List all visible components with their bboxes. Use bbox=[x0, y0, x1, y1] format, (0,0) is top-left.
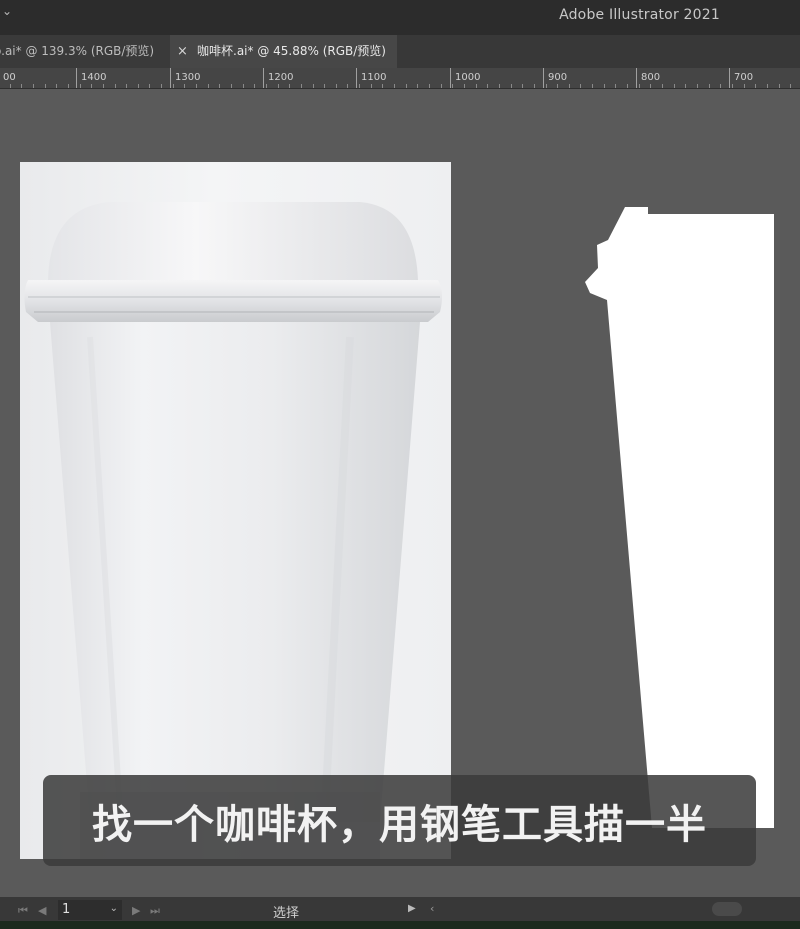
ruler-minor-tick bbox=[289, 84, 290, 88]
ruler-minor-tick bbox=[266, 84, 267, 88]
artboard-number-value: 1 bbox=[62, 902, 71, 917]
ruler-minor-tick bbox=[138, 84, 139, 88]
ruler-minor-tick bbox=[115, 84, 116, 88]
subtitle-caption: 找一个咖啡杯，用钢笔工具描一半 bbox=[43, 775, 756, 866]
title-bar: ⌄ Adobe Illustrator 2021 bbox=[0, 0, 800, 35]
document-tab-bar: o.ai* @ 139.3% (RGB/预览) × 咖啡杯.ai* @ 45.8… bbox=[0, 35, 800, 68]
ruler-minor-tick bbox=[243, 84, 244, 88]
ruler-minor-tick bbox=[604, 84, 605, 88]
ruler-minor-tick bbox=[627, 84, 628, 88]
ruler-minor-tick bbox=[464, 84, 465, 88]
ruler-minor-tick bbox=[301, 84, 302, 88]
ruler-label: 00 bbox=[0, 68, 16, 88]
ruler-minor-tick bbox=[80, 84, 81, 88]
ruler-minor-tick bbox=[394, 84, 395, 88]
ruler-minor-tick bbox=[161, 84, 162, 88]
ruler-minor-tick bbox=[546, 84, 547, 88]
ruler-minor-tick bbox=[254, 84, 255, 88]
ruler-minor-tick bbox=[21, 84, 22, 88]
ruler-minor-tick bbox=[33, 84, 34, 88]
current-tool-label[interactable]: 选择 bbox=[273, 902, 299, 921]
ruler-minor-tick bbox=[476, 84, 477, 88]
ruler-minor-tick bbox=[557, 84, 558, 88]
ruler-minor-tick bbox=[790, 84, 791, 88]
artboard-coffee-cup-photo[interactable] bbox=[20, 162, 451, 859]
ruler-minor-tick bbox=[650, 84, 651, 88]
tab-label: o.ai* @ 139.3% (RGB/预览) bbox=[0, 44, 155, 58]
ruler-minor-tick bbox=[196, 84, 197, 88]
ruler-minor-tick bbox=[10, 84, 11, 88]
last-artboard-icon[interactable]: ⏭ bbox=[150, 904, 160, 918]
ruler-minor-tick bbox=[208, 84, 209, 88]
first-artboard-icon[interactable]: ⏮ bbox=[18, 904, 28, 918]
ruler-minor-tick bbox=[639, 84, 640, 88]
ruler-minor-tick bbox=[231, 84, 232, 88]
tab-label: 咖啡杯.ai* @ 45.88% (RGB/预览) bbox=[197, 44, 386, 58]
ruler-minor-tick bbox=[173, 84, 174, 88]
traced-half-cup-shape[interactable] bbox=[580, 200, 780, 830]
coffee-cup-image bbox=[24, 202, 443, 859]
horizontal-ruler[interactable]: 00 1400 1300 1200 1100 1000 900 800 700 bbox=[0, 68, 800, 89]
ruler-minor-tick bbox=[382, 84, 383, 88]
ruler-minor-tick bbox=[569, 84, 570, 88]
ruler-minor-tick bbox=[499, 84, 500, 88]
ruler-minor-tick bbox=[219, 84, 220, 88]
desktop-background-strip bbox=[0, 921, 800, 929]
ruler-minor-tick bbox=[767, 84, 768, 88]
horizontal-scrollbar-thumb[interactable] bbox=[712, 902, 742, 916]
ruler-minor-tick bbox=[336, 84, 337, 88]
ruler-minor-tick bbox=[441, 84, 442, 88]
ruler-minor-tick bbox=[709, 84, 710, 88]
ruler-minor-tick bbox=[720, 84, 721, 88]
ruler-minor-tick bbox=[522, 84, 523, 88]
ruler-minor-tick bbox=[278, 84, 279, 88]
ruler-minor-tick bbox=[580, 84, 581, 88]
ruler-minor-tick bbox=[68, 84, 69, 88]
ruler-minor-tick bbox=[674, 84, 675, 88]
tab-coffee-cup-document[interactable]: × 咖啡杯.ai* @ 45.88% (RGB/预览) bbox=[170, 35, 397, 68]
app-title: Adobe Illustrator 2021 bbox=[559, 7, 720, 23]
ruler-minor-tick bbox=[45, 84, 46, 88]
ruler-minor-tick bbox=[779, 84, 780, 88]
ruler-minor-tick bbox=[184, 84, 185, 88]
ruler-minor-tick bbox=[592, 84, 593, 88]
subtitle-text: 找一个咖啡杯，用钢笔工具描一半 bbox=[92, 801, 707, 848]
ruler-minor-tick bbox=[511, 84, 512, 88]
play-icon[interactable]: ▶ bbox=[408, 903, 416, 914]
menu-chevron-icon[interactable]: ⌄ bbox=[2, 4, 12, 18]
ruler-minor-tick bbox=[347, 84, 348, 88]
ruler-minor-tick bbox=[313, 84, 314, 88]
ruler-minor-tick bbox=[359, 84, 360, 88]
prev-artboard-icon[interactable]: ◀ bbox=[38, 904, 46, 917]
ruler-minor-tick bbox=[56, 84, 57, 88]
ruler-minor-tick bbox=[744, 84, 745, 88]
ruler-minor-tick bbox=[534, 84, 535, 88]
ruler-minor-tick bbox=[452, 84, 453, 88]
ruler-minor-tick bbox=[732, 84, 733, 88]
ruler-minor-tick bbox=[126, 84, 127, 88]
ruler-minor-tick bbox=[697, 84, 698, 88]
ruler-minor-tick bbox=[149, 84, 150, 88]
ruler-minor-tick bbox=[103, 84, 104, 88]
ruler-minor-tick bbox=[371, 84, 372, 88]
tab-cup-prev-document[interactable]: o.ai* @ 139.3% (RGB/预览) bbox=[0, 35, 171, 68]
ruler-minor-tick bbox=[487, 84, 488, 88]
ruler-minor-tick bbox=[662, 84, 663, 88]
scroll-left-icon[interactable]: ‹ bbox=[430, 902, 434, 915]
ruler-minor-tick bbox=[685, 84, 686, 88]
ruler-minor-tick bbox=[429, 84, 430, 88]
artboard-number-select[interactable]: 1 ⌄ bbox=[58, 900, 122, 920]
next-artboard-icon[interactable]: ▶ bbox=[132, 904, 140, 917]
ruler-minor-tick bbox=[755, 84, 756, 88]
ruler-minor-tick bbox=[406, 84, 407, 88]
ruler-minor-tick bbox=[615, 84, 616, 88]
ruler-minor-tick bbox=[324, 84, 325, 88]
ruler-minor-tick bbox=[91, 84, 92, 88]
ruler-minor-tick bbox=[417, 84, 418, 88]
chevron-down-icon[interactable]: ⌄ bbox=[110, 903, 118, 914]
close-icon[interactable]: × bbox=[177, 35, 188, 68]
